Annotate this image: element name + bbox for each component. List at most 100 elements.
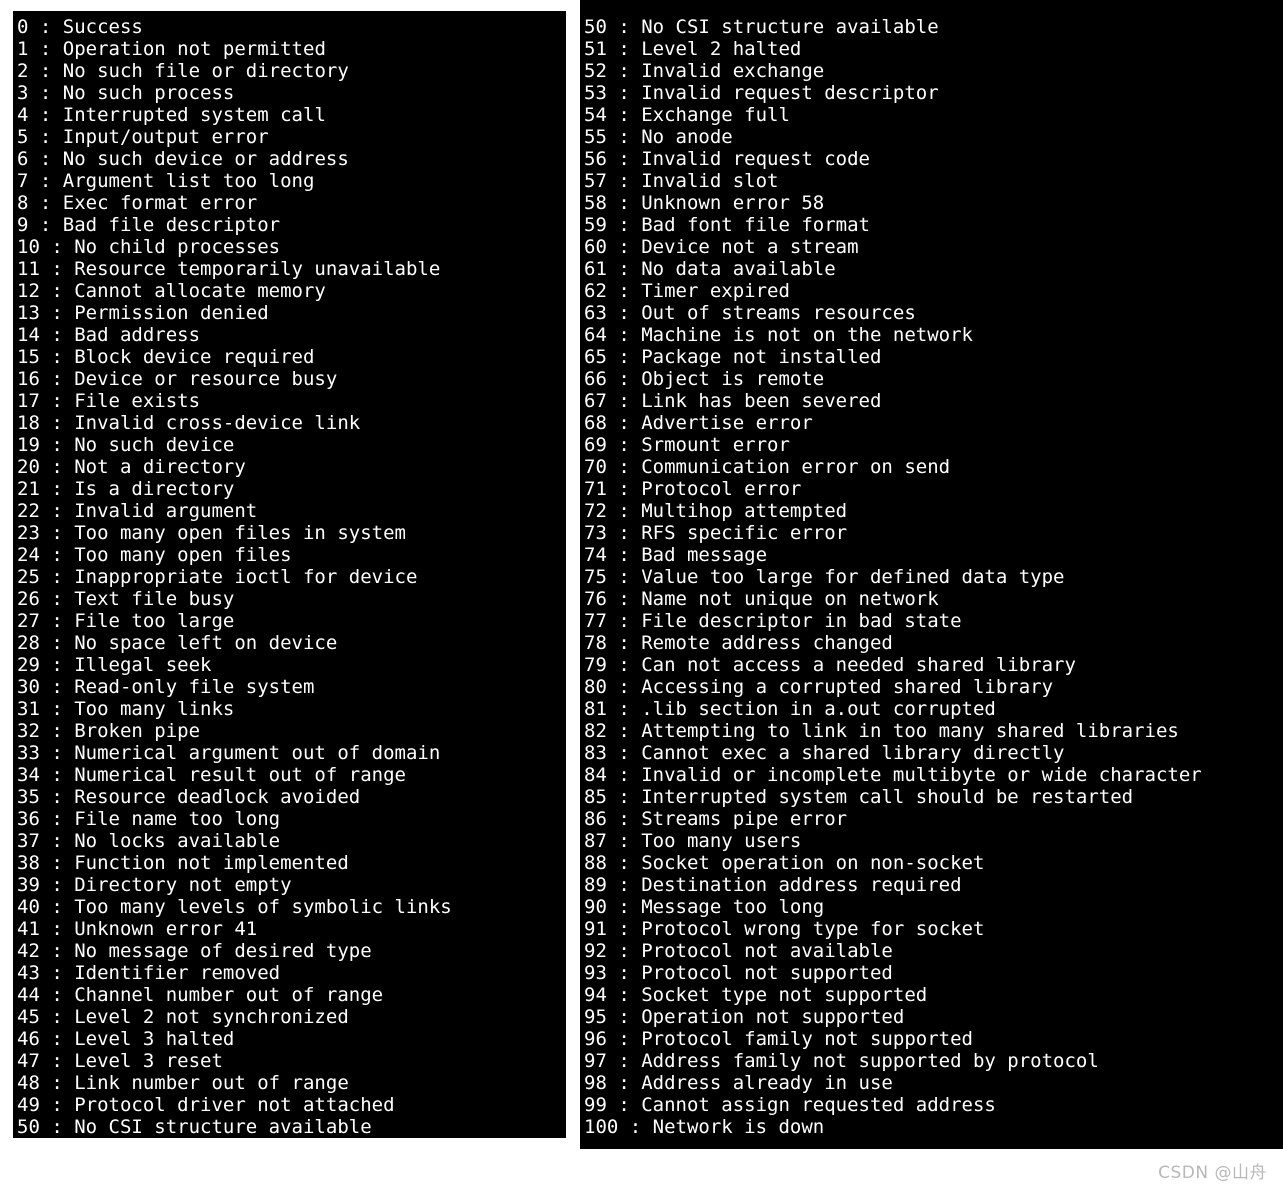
errno-separator: : (39, 1072, 75, 1094)
errno-separator: : (39, 742, 75, 764)
errno-separator: : (28, 214, 63, 236)
errno-separator: : (606, 1006, 642, 1028)
errno-code: 87 (584, 830, 607, 852)
errno-code: 39 (17, 874, 40, 896)
terminal-line: 18 : Invalid cross-device link (17, 412, 566, 434)
errno-code: 81 (584, 698, 607, 720)
errno-code: 36 (17, 808, 40, 830)
errno-code: 42 (17, 940, 40, 962)
errno-message: No such device or address (62, 148, 349, 170)
errno-separator: : (28, 82, 63, 104)
errno-separator: : (28, 104, 63, 126)
errno-message: No child processes (74, 236, 281, 258)
errno-separator: : (39, 566, 75, 588)
errno-message: Invalid argument (74, 500, 258, 522)
errno-code: 21 (17, 478, 40, 500)
errno-code: 5 (17, 126, 29, 148)
errno-separator: : (39, 610, 75, 632)
errno-message: Accessing a corrupted shared library (641, 676, 1054, 698)
errno-code: 96 (584, 1028, 607, 1050)
errno-separator: : (606, 148, 642, 170)
terminal-line: 55 : No anode (584, 126, 1283, 148)
terminal-line: 86 : Streams pipe error (584, 808, 1283, 830)
errno-code: 92 (584, 940, 607, 962)
terminal-line: 28 : No space left on device (17, 632, 566, 654)
terminal-line: 45 : Level 2 not synchronized (17, 1006, 566, 1028)
errno-message: Protocol family not supported (641, 1028, 973, 1050)
errno-message: Invalid request code (641, 148, 870, 170)
errno-message: Machine is not on the network (641, 324, 973, 346)
terminal-line: 64 : Machine is not on the network (584, 324, 1283, 346)
terminal-line: 95 : Operation not supported (584, 1006, 1283, 1028)
errno-separator: : (39, 1116, 75, 1138)
errno-separator: : (606, 236, 642, 258)
errno-separator: : (39, 478, 75, 500)
terminal-line: 16 : Device or resource busy (17, 368, 566, 390)
errno-code: 89 (584, 874, 607, 896)
errno-code: 65 (584, 346, 607, 368)
errno-code: 19 (17, 434, 40, 456)
errno-separator: : (39, 764, 75, 786)
errno-separator: : (606, 654, 642, 676)
errno-message: No anode (641, 126, 733, 148)
errno-code: 47 (17, 1050, 40, 1072)
errno-code: 57 (584, 170, 607, 192)
errno-separator: : (39, 1028, 75, 1050)
errno-separator: : (28, 170, 63, 192)
errno-message: Inappropriate ioctl for device (74, 566, 418, 588)
terminal-line: 80 : Accessing a corrupted shared librar… (584, 676, 1283, 698)
terminal-line: 11 : Resource temporarily unavailable (17, 258, 566, 280)
errno-code: 31 (17, 698, 40, 720)
errno-code: 61 (584, 258, 607, 280)
terminal-line: 32 : Broken pipe (17, 720, 566, 742)
terminal-line: 81 : .lib section in a.out corrupted (584, 698, 1283, 720)
terminal-line: 90 : Message too long (584, 896, 1283, 918)
terminal-line: 31 : Too many links (17, 698, 566, 720)
errno-message: Address already in use (641, 1072, 893, 1094)
terminal-line: 96 : Protocol family not supported (584, 1028, 1283, 1050)
errno-message: Interrupted system call (62, 104, 326, 126)
errno-separator: : (39, 698, 75, 720)
errno-separator: : (39, 984, 75, 1006)
errno-message: Link number out of range (74, 1072, 349, 1094)
errno-separator: : (39, 676, 75, 698)
errno-separator: : (606, 632, 642, 654)
errno-separator: : (39, 654, 75, 676)
errno-message: Cannot exec a shared library directly (641, 742, 1065, 764)
errno-separator: : (39, 786, 75, 808)
terminal-line: 94 : Socket type not supported (584, 984, 1283, 1006)
errno-separator: : (39, 456, 75, 478)
errno-separator: : (39, 500, 75, 522)
errno-separator: : (606, 874, 642, 896)
errno-code: 11 (17, 258, 40, 280)
terminal-line: 42 : No message of desired type (17, 940, 566, 962)
terminal-line: 47 : Level 3 reset (17, 1050, 566, 1072)
errno-separator: : (606, 170, 642, 192)
errno-separator: : (606, 830, 642, 852)
errno-separator: : (606, 544, 642, 566)
errno-code: 60 (584, 236, 607, 258)
terminal-line: 13 : Permission denied (17, 302, 566, 324)
errno-separator: : (39, 852, 75, 874)
terminal-line: 21 : Is a directory (17, 478, 566, 500)
terminal-line: 74 : Bad message (584, 544, 1283, 566)
terminal-line: 22 : Invalid argument (17, 500, 566, 522)
errno-separator: : (28, 148, 63, 170)
errno-message: Permission denied (74, 302, 269, 324)
errno-code: 80 (584, 676, 607, 698)
terminal-line: 24 : Too many open files (17, 544, 566, 566)
terminal-line: 61 : No data available (584, 258, 1283, 280)
terminal-line: 67 : Link has been severed (584, 390, 1283, 412)
errno-code: 59 (584, 214, 607, 236)
errno-code: 62 (584, 280, 607, 302)
terminal-line: 23 : Too many open files in system (17, 522, 566, 544)
errno-message: Operation not permitted (62, 38, 326, 60)
errno-separator: : (28, 16, 63, 38)
errno-separator: : (39, 544, 75, 566)
errno-message: Link has been severed (641, 390, 882, 412)
errno-message: Bad message (641, 544, 768, 566)
errno-separator: : (28, 192, 63, 214)
errno-message: Protocol not supported (641, 962, 893, 984)
terminal-line: 36 : File name too long (17, 808, 566, 830)
errno-code: 40 (17, 896, 40, 918)
